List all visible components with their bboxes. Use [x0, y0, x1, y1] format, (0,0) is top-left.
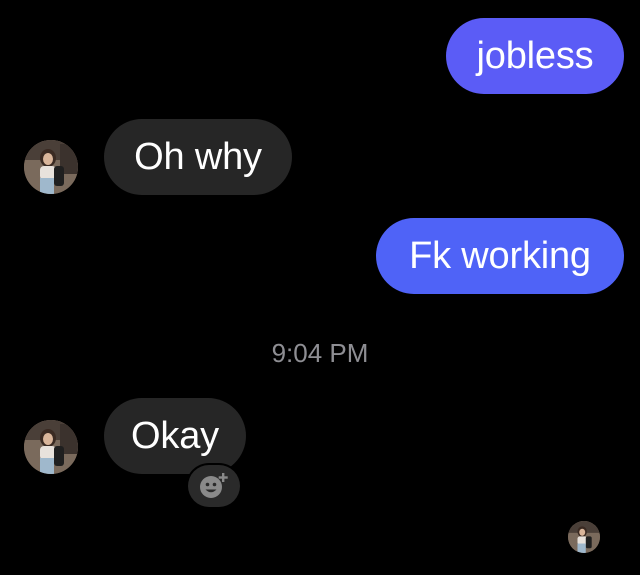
message-bubble-sent[interactable]: jobless — [446, 18, 624, 94]
message-text: jobless — [476, 34, 594, 77]
message-bubble-received[interactable]: Oh why — [104, 119, 292, 195]
message-bubble-received[interactable]: Okay — [104, 398, 246, 474]
avatar-photo-icon — [24, 140, 78, 194]
avatar-photo-icon — [24, 420, 78, 474]
contact-avatar[interactable] — [24, 140, 78, 194]
timestamp: 9:04 PM — [271, 338, 369, 368]
contact-avatar[interactable] — [24, 420, 78, 474]
message-text: Oh why — [134, 135, 262, 178]
seen-avatar — [568, 521, 600, 553]
message-text: Okay — [131, 414, 219, 457]
add-reaction-button[interactable] — [186, 463, 242, 509]
message-bubble-sent[interactable]: Fk working — [376, 218, 624, 294]
seen-avatar-photo-icon — [568, 521, 600, 553]
add-reaction-icon — [200, 473, 228, 498]
message-text: Fk working — [409, 234, 591, 277]
